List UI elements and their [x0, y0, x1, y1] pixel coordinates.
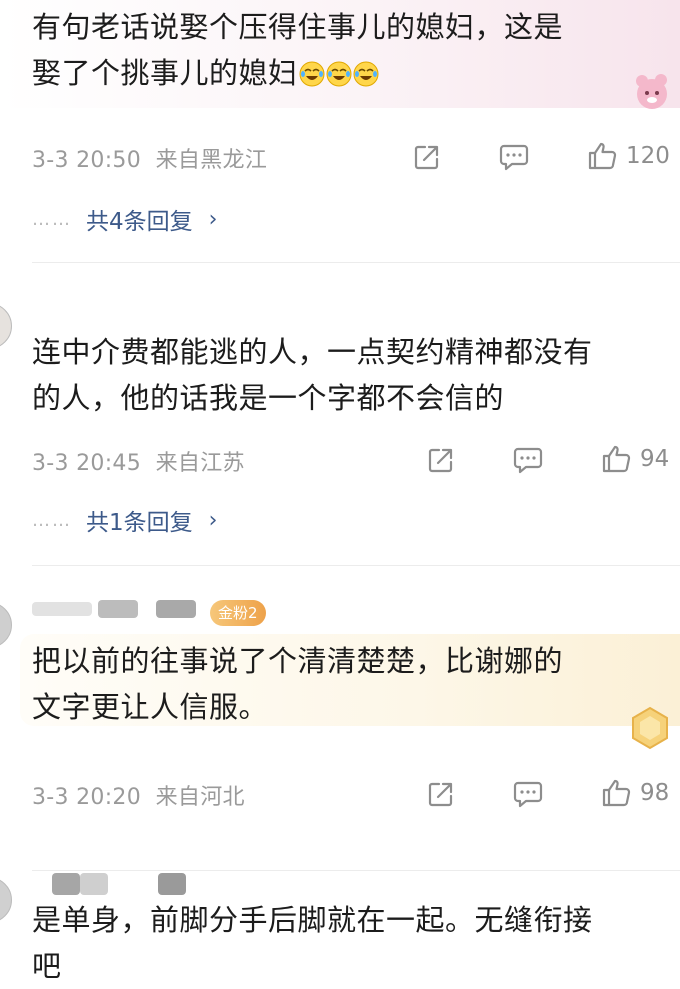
comment-button[interactable] [512, 445, 544, 475]
comment-location: 来自黑龙江 [155, 148, 268, 173]
replies-dots: …… [32, 208, 72, 230]
like-button[interactable]: 120 [586, 140, 670, 172]
like-count: 98 [640, 780, 670, 806]
comment-text: 有句老话说娶个压得住事儿的媳妇，这是 娶了个挑事儿的媳妇 [32, 4, 670, 96]
share-icon [428, 782, 453, 807]
redacted-block [98, 600, 138, 618]
comment-button[interactable] [498, 142, 530, 172]
comment-time: 3-3 20:45 [32, 451, 142, 476]
thumbs-up-icon [602, 779, 631, 807]
comment-text-line: 把以前的往事说了个清清楚楚，比谢娜的 [32, 644, 564, 678]
comment-icon [499, 144, 529, 171]
comment-location: 来自江苏 [155, 451, 245, 476]
replies-link[interactable]: …… 共4条回复 › [32, 202, 217, 236]
comment-meta: 3-3 20:20 来自河北 [32, 779, 245, 811]
comment-text-line2: 娶了个挑事儿的媳妇 [32, 56, 298, 90]
comment-item: 是单身，前脚分手后脚就在一起。无缝衔接 吧 [0, 871, 680, 983]
comment-meta: 3-3 20:45 来自江苏 [32, 445, 245, 477]
thumbs-up-icon [588, 142, 617, 170]
comment-time: 3-3 20:20 [32, 785, 142, 810]
avatar[interactable] [0, 877, 12, 923]
share-button[interactable] [426, 445, 456, 475]
share-icon [414, 145, 439, 170]
comment-icon [513, 781, 543, 808]
comment-item: 有句老话说娶个压得住事儿的媳妇，这是 娶了个挑事儿的媳妇 3-3 20:50 来… [0, 0, 680, 262]
comment-button[interactable] [512, 779, 544, 809]
laugh-cry-emoji [326, 61, 352, 87]
avatar[interactable] [0, 303, 12, 349]
chevron-right-icon: › [208, 206, 218, 232]
comment-location: 来自河北 [155, 785, 245, 810]
laugh-cry-emoji [353, 61, 379, 87]
comment-text-line: 是单身，前脚分手后脚就在一起。无缝衔接 [32, 903, 593, 937]
comment-text: 连中介费都能逃的人，一点契约精神都没有 的人，他的话我是一个字都不会信的 [32, 329, 670, 421]
comment-icon [513, 447, 543, 474]
laugh-cry-emoji [299, 61, 325, 87]
replies-label: 共1条回复 [86, 510, 193, 536]
comment-meta: 3-3 20:50 来自黑龙江 [32, 142, 267, 174]
comment-text-line: 的人，他的话我是一个字都不会信的 [32, 381, 505, 415]
share-icon [428, 448, 453, 473]
comment-text: 是单身，前脚分手后脚就在一起。无缝衔接 吧 [32, 897, 670, 989]
comment-text-line: 娶了个挑事儿的媳妇 [32, 50, 670, 96]
comment-time: 3-3 20:50 [32, 148, 142, 173]
redacted-block [158, 873, 186, 895]
fan-badge: 金粉2 [210, 600, 266, 626]
like-count: 94 [640, 446, 670, 472]
comment-text: 把以前的往事说了个清清楚楚，比谢娜的 文字更让人信服。 [32, 638, 670, 730]
comment-text-line: 吧 [32, 949, 62, 983]
comment-item: 金粉2 把以前的往事说了个清清楚楚，比谢娜的 文字更让人信服。 3-3 20:2… [0, 566, 680, 870]
share-button[interactable] [412, 142, 442, 172]
chevron-right-icon: › [208, 507, 218, 533]
like-button[interactable]: 94 [600, 443, 669, 475]
share-button[interactable] [426, 779, 456, 809]
comment-text-line: 文字更让人信服。 [32, 690, 269, 724]
redacted-block [32, 602, 92, 616]
redacted-block [156, 600, 196, 618]
redacted-block [80, 873, 108, 895]
comment-text-line: 连中介费都能逃的人，一点契约精神都没有 [32, 335, 593, 369]
replies-link[interactable]: …… 共1条回复 › [32, 503, 217, 537]
comment-text-line: 有句老话说娶个压得住事儿的媳妇，这是 [32, 10, 564, 44]
replies-dots: …… [32, 509, 72, 531]
comment-item: 连中介费都能逃的人，一点契约精神都没有 的人，他的话我是一个字都不会信的 3-3… [0, 263, 680, 565]
avatar[interactable] [0, 602, 12, 648]
thumbs-up-icon [602, 445, 631, 473]
like-button[interactable]: 98 [600, 777, 669, 809]
like-count: 120 [626, 143, 670, 169]
redacted-block [52, 873, 80, 895]
replies-label: 共4条回复 [86, 209, 193, 235]
